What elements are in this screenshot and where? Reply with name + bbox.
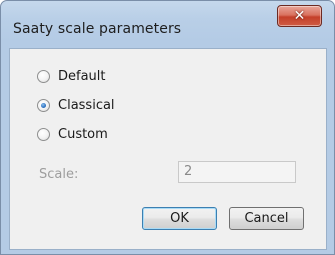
radio-unselected-icon[interactable] (37, 69, 50, 83)
dialog-window: Saaty scale parameters ✕ Default Classic… (0, 0, 335, 255)
radio-default-label: Default (58, 68, 106, 84)
dialog-content: Default Classical Custom Scale: 2 OK Can… (9, 48, 327, 250)
radio-default[interactable]: Default (37, 67, 106, 85)
radio-classical-label: Classical (58, 97, 115, 113)
ok-button[interactable]: OK (142, 207, 217, 230)
title-bar[interactable]: Saaty scale parameters ✕ (1, 1, 334, 41)
cancel-button[interactable]: Cancel (229, 207, 304, 230)
radio-selected-icon[interactable] (37, 98, 50, 112)
radio-custom-label: Custom (58, 126, 108, 142)
window-title: Saaty scale parameters (13, 21, 182, 37)
close-button[interactable]: ✕ (277, 5, 322, 27)
scale-input[interactable]: 2 (178, 161, 296, 183)
scale-label: Scale: (39, 167, 79, 182)
close-icon: ✕ (293, 8, 306, 24)
radio-custom[interactable]: Custom (37, 125, 108, 143)
radio-unselected-icon[interactable] (37, 127, 50, 141)
radio-classical[interactable]: Classical (37, 96, 115, 114)
